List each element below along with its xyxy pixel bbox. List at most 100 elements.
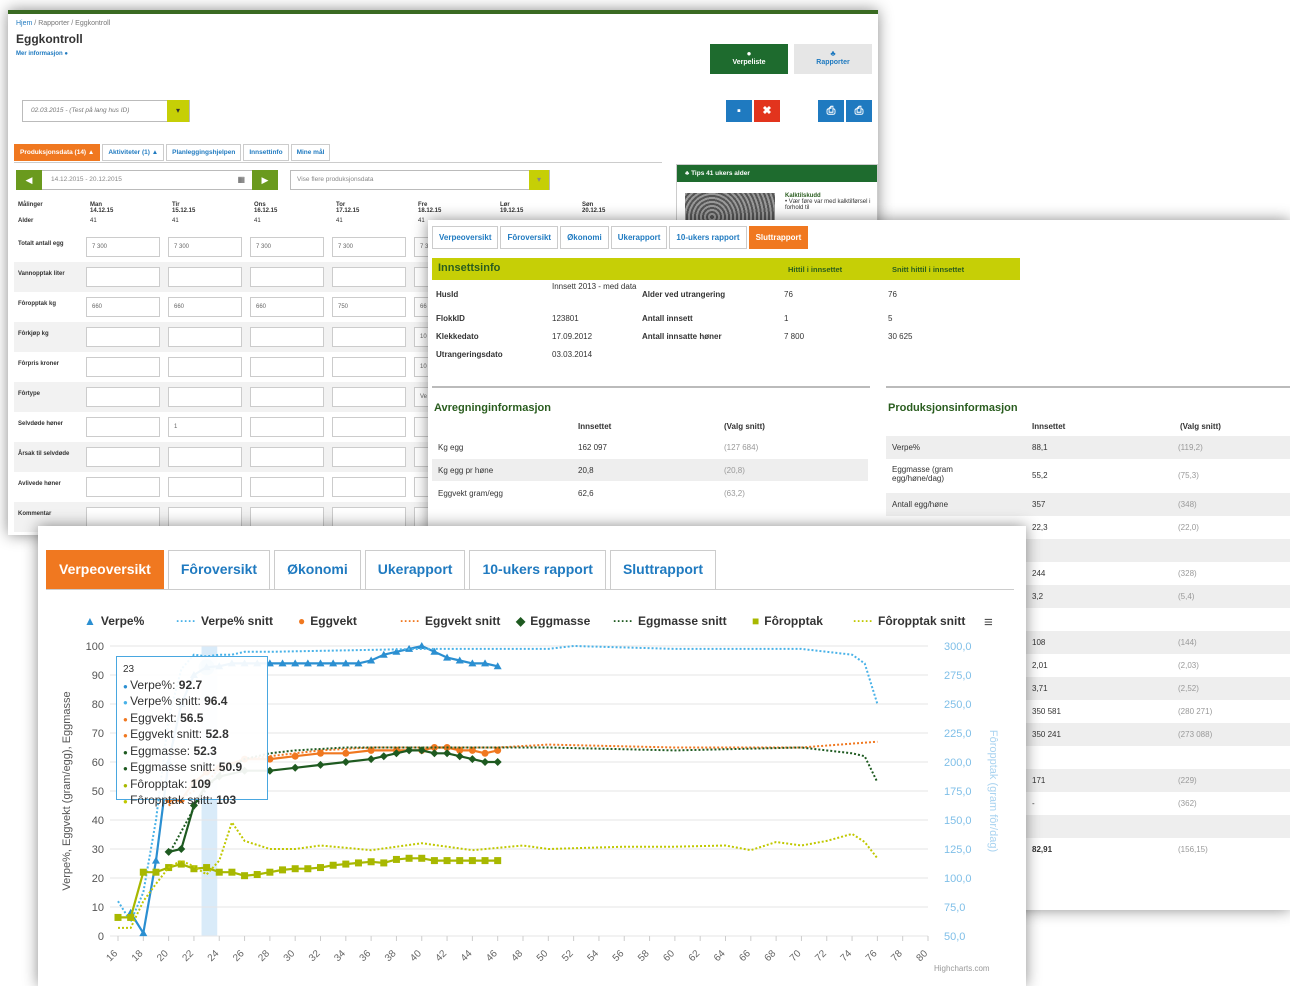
grid-cell-input[interactable]: 7 300 (168, 237, 242, 257)
grid-cell-input[interactable] (86, 327, 160, 347)
grid-cell-input[interactable]: 660 (168, 297, 242, 317)
data-point[interactable] (443, 749, 452, 758)
grid-cell-input[interactable] (86, 477, 160, 497)
data-point[interactable] (468, 857, 476, 865)
tab-planleggingshjelpen[interactable]: Planleggingshjelpen (166, 144, 242, 161)
grid-cell-input[interactable] (86, 387, 160, 407)
data-point[interactable] (228, 868, 236, 876)
data-point[interactable] (481, 758, 490, 766)
highcharts-credit[interactable]: Highcharts.com (934, 964, 990, 973)
data-point[interactable] (342, 749, 350, 757)
save-icon[interactable]: ▪ (726, 100, 752, 122)
grid-cell-input[interactable] (250, 357, 324, 377)
tab-sluttrapport[interactable]: Sluttrapport (748, 226, 809, 249)
data-point[interactable] (127, 913, 135, 921)
data-point[interactable] (380, 859, 388, 867)
tab-verpeoversikt[interactable]: Verpeoversikt (432, 226, 499, 249)
grid-cell-input[interactable] (86, 417, 160, 437)
data-point[interactable] (367, 858, 375, 866)
grid-cell-input[interactable] (332, 417, 406, 437)
data-point[interactable] (418, 854, 426, 862)
next-week-button[interactable]: ▶ (252, 170, 278, 190)
data-point[interactable] (481, 857, 489, 865)
data-point[interactable] (291, 865, 299, 873)
grid-cell-input[interactable]: 750 (332, 297, 406, 317)
data-point[interactable] (152, 868, 160, 876)
grid-cell-input[interactable] (250, 417, 324, 437)
grid-cell-input[interactable] (168, 477, 242, 497)
tab-produksjonsdata[interactable]: Produksjonsdata (14) ▲ (14, 144, 101, 161)
print-icon[interactable]: ⎙ (846, 100, 872, 122)
verpeliste-button[interactable]: ● Verpeliste (710, 44, 788, 74)
grid-cell-input[interactable]: 7 300 (250, 237, 324, 257)
data-point[interactable] (279, 866, 287, 874)
data-point[interactable] (341, 758, 350, 766)
data-point[interactable] (291, 763, 300, 772)
data-point[interactable] (405, 854, 413, 862)
vise-flere-select[interactable]: Vise flere produksjonsdata ▾ (290, 170, 550, 190)
data-point[interactable] (481, 749, 489, 757)
mer-informasjon-link[interactable]: Mer informasjon ● (16, 51, 68, 57)
grid-cell-input[interactable] (332, 387, 406, 407)
grid-cell-input[interactable] (86, 447, 160, 467)
grid-cell-input[interactable]: 660 (86, 297, 160, 317)
grid-cell-input[interactable] (168, 447, 242, 467)
breadcrumb-rapporter[interactable]: Rapporter (38, 20, 69, 27)
tab-okonomi[interactable]: Økonomi (560, 226, 609, 249)
chevron-down-icon[interactable]: ▾ (167, 100, 189, 122)
data-point[interactable] (304, 865, 312, 873)
data-point[interactable] (494, 857, 502, 865)
tab-innsettinfo[interactable]: Innsettinfo (243, 144, 289, 161)
data-point[interactable] (139, 868, 147, 876)
data-point[interactable] (354, 859, 362, 867)
cancel-icon[interactable]: ✖ (754, 100, 780, 122)
grid-cell-input[interactable] (250, 387, 324, 407)
breadcrumb-home[interactable]: Hjem (16, 20, 32, 27)
grid-cell-input[interactable]: 1 (168, 417, 242, 437)
data-point[interactable] (203, 864, 211, 872)
rapporter-button[interactable]: ♣ Rapporter (794, 44, 872, 74)
data-point[interactable] (455, 752, 464, 761)
grid-cell-input[interactable] (86, 267, 160, 287)
data-point[interactable] (266, 868, 274, 876)
data-point[interactable] (443, 857, 451, 865)
grid-cell-input[interactable]: 7 300 (86, 237, 160, 257)
data-point[interactable] (456, 857, 464, 865)
data-point[interactable] (253, 871, 261, 879)
grid-cell-input[interactable] (332, 477, 406, 497)
tab-10-ukers-rapport[interactable]: 10-ukers rapport (669, 226, 747, 249)
data-point[interactable] (379, 752, 388, 761)
export-icon[interactable]: ⎙ (818, 100, 844, 122)
grid-cell-input[interactable] (250, 477, 324, 497)
tab-mine-mal[interactable]: Mine mål (290, 144, 331, 161)
grid-cell-input[interactable] (250, 327, 324, 347)
grid-cell-input[interactable] (332, 357, 406, 377)
grid-cell-input[interactable]: 660 (250, 297, 324, 317)
grid-cell-input[interactable] (168, 357, 242, 377)
grid-cell-input[interactable] (168, 327, 242, 347)
tab-foroversikt[interactable]: Fôroversikt (500, 226, 559, 249)
grid-cell-input[interactable] (168, 507, 242, 527)
data-point[interactable] (329, 861, 337, 869)
grid-cell-input[interactable] (332, 507, 406, 527)
grid-cell-input[interactable] (250, 507, 324, 527)
tab-aktiviteter[interactable]: Aktiviteter (1) ▲ (102, 144, 165, 161)
grid-cell-input[interactable] (250, 267, 324, 287)
prev-week-button[interactable]: ◀ (16, 170, 42, 190)
calendar-icon[interactable]: ▦ (237, 175, 245, 184)
grid-cell-input[interactable] (332, 447, 406, 467)
grid-cell-input[interactable] (168, 267, 242, 287)
data-point[interactable] (215, 868, 223, 876)
grid-cell-input[interactable] (332, 327, 406, 347)
data-point[interactable] (114, 913, 122, 921)
data-point[interactable] (317, 864, 324, 872)
grid-cell-input[interactable] (250, 447, 324, 467)
data-point[interactable] (241, 872, 249, 880)
data-point[interactable] (151, 856, 160, 864)
grid-cell-input[interactable]: 7 300 (332, 237, 406, 257)
data-point[interactable] (430, 749, 439, 758)
tab-ukerapport[interactable]: Ukerapport (610, 226, 668, 249)
grid-cell-input[interactable] (168, 387, 242, 407)
data-point[interactable] (493, 758, 502, 766)
grid-cell-input[interactable] (86, 507, 160, 527)
